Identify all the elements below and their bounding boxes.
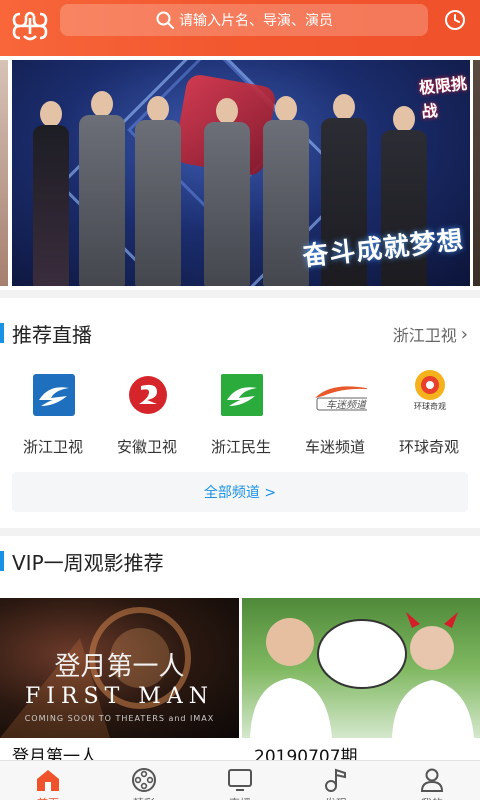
live-more-label: 浙江卫视: [392, 326, 457, 345]
banner-prev-peek[interactable]: [0, 60, 8, 286]
channel-item-car-channel[interactable]: 车迷频道 车迷频道: [287, 368, 383, 458]
clock-icon[interactable]: [443, 8, 467, 32]
china-unicom-logo-icon[interactable]: [10, 6, 50, 46]
tab-home[interactable]: 首页: [0, 761, 96, 800]
vip-section-title: VIP一周观影推荐: [12, 550, 164, 575]
section-accent-bar: [0, 323, 4, 343]
channel-item-anhui-tv[interactable]: 安徽卫视: [99, 368, 195, 458]
zhejiang-tv-icon: [33, 374, 75, 416]
show-logo: 极限挑战: [418, 73, 468, 122]
vip-card-episode[interactable]: [242, 598, 480, 738]
zhejiang-minsheng-icon: [221, 374, 263, 416]
bottom-tab-bar: 首页 精彩 直播 发现: [0, 760, 480, 800]
music-note-icon: [325, 768, 346, 792]
svg-text:车迷频道: 车迷频道: [326, 399, 367, 411]
tab-label: 我的: [384, 795, 480, 800]
cast-member: [198, 98, 256, 286]
channel-item-zhejiang-tv[interactable]: 浙江卫视: [5, 368, 101, 458]
live-more-link[interactable]: 浙江卫视 ›: [393, 322, 468, 346]
user-icon: [420, 768, 444, 792]
tab-discover[interactable]: 发现: [288, 761, 384, 800]
tab-label: 精彩: [96, 795, 192, 800]
section-accent-bar: [0, 551, 4, 571]
tab-label: 发现: [288, 795, 384, 800]
app-root: 请输入片名、导演、演员 极限挑战 奋斗成就梦想 推荐直播 浙江卫视 › 浙江卫视…: [0, 0, 480, 800]
cast-member: [130, 96, 186, 286]
tab-mine[interactable]: 我的: [384, 761, 480, 800]
channel-label: 浙江卫视: [22, 438, 83, 456]
tv-icon: [228, 769, 252, 791]
banner-image[interactable]: 极限挑战 奋斗成就梦想: [12, 60, 470, 286]
section-divider: [0, 528, 480, 536]
search-placeholder: 请输入片名、导演、演员: [179, 13, 333, 29]
anhui-tv-icon: [129, 376, 167, 414]
live-section-header: 推荐直播: [0, 318, 92, 348]
banner-next-peek[interactable]: [473, 60, 480, 286]
all-channels-button[interactable]: 全部频道 >: [12, 472, 468, 512]
car-channel-icon: 车迷频道: [315, 386, 367, 411]
channel-item-zhejiang-minsheng[interactable]: 浙江民生: [193, 368, 289, 458]
cast-member: [74, 91, 130, 286]
search-icon: [156, 11, 174, 29]
episode-thumbnail: [250, 612, 474, 738]
channel-item-world-wonders[interactable]: 环球奇观 环球奇观: [381, 368, 477, 458]
channel-label: 车迷频道: [304, 438, 365, 456]
cast-member: [26, 101, 76, 286]
tab-label: 首页: [0, 795, 96, 800]
tab-live[interactable]: 直播: [192, 761, 288, 800]
vip-card-title[interactable]: 20190707期: [254, 746, 358, 760]
poster-english-title: FIRST MAN: [25, 684, 214, 709]
channel-label: 安徽卫视: [116, 438, 177, 456]
channel-list: 浙江卫视 安徽卫视 浙江民生 车迷频道 车迷频道 环球奇观 环球奇观: [0, 368, 480, 458]
search-bar[interactable]: 请输入片名、导演、演员: [60, 4, 428, 36]
vip-card-first-man[interactable]: 登月第一人 FIRST MAN COMING SOON TO THEATERS …: [0, 598, 239, 738]
home-icon: [37, 770, 59, 791]
tab-label: 直播: [192, 795, 288, 800]
section-divider: [0, 290, 480, 298]
hero-banner-carousel[interactable]: 极限挑战 奋斗成就梦想: [0, 58, 480, 288]
poster-chinese-title: 登月第一人: [54, 652, 185, 682]
chevron-right-icon: ›: [460, 323, 468, 345]
vip-section-header: VIP一周观影推荐: [0, 546, 164, 576]
top-header: 请输入片名、导演、演员: [0, 0, 480, 56]
world-wonders-badge-text: 环球奇观: [414, 401, 446, 410]
vip-card-title[interactable]: 登月第一人: [12, 746, 97, 760]
film-reel-icon: [132, 768, 156, 792]
tab-featured[interactable]: 精彩: [96, 761, 192, 800]
world-wonders-icon: 环球奇观: [414, 370, 446, 410]
poster-subtitle: COMING SOON TO THEATERS and IMAX: [24, 714, 215, 723]
live-section-title: 推荐直播: [12, 322, 92, 347]
channel-label: 环球奇观: [398, 438, 459, 456]
channel-label: 浙江民生: [210, 438, 271, 456]
